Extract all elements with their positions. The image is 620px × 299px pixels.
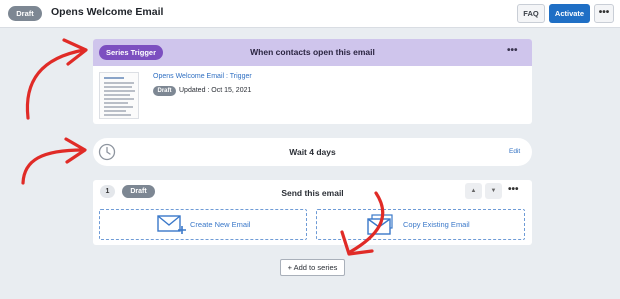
- annotation-arrows: [21, 38, 385, 256]
- annotation-arrow: [21, 148, 85, 185]
- annotation-arrow: [25, 48, 86, 120]
- annotation-arrow: [348, 191, 385, 254]
- annotation-arrow: [340, 230, 374, 256]
